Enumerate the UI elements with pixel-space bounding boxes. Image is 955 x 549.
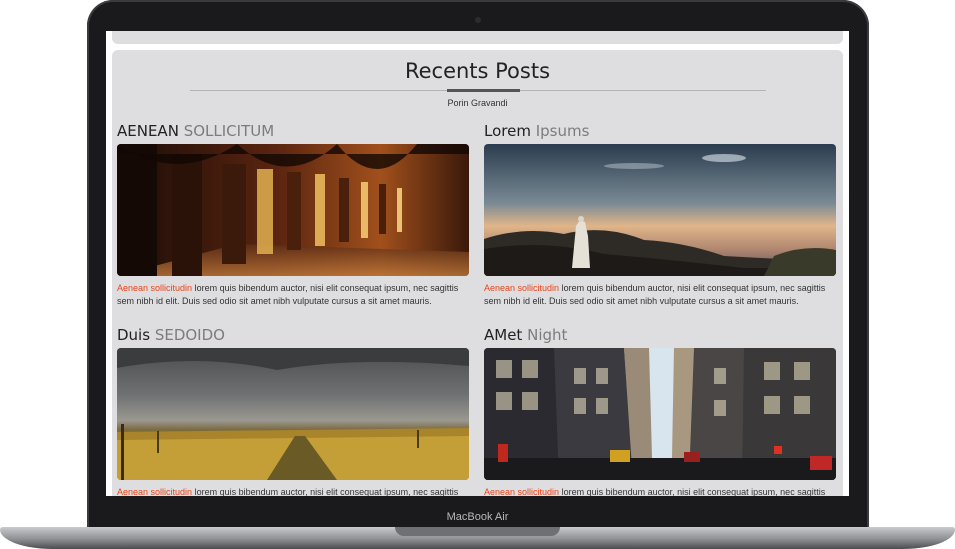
post-excerpt: Aenean sollicitudin lorem quis bibendum …: [117, 486, 469, 496]
post-body: lorem quis bibendum auctor, nisi elit co…: [192, 487, 459, 496]
post-excerpt: Aenean sollicitudin lorem quis bibendum …: [484, 486, 836, 496]
post-title-bold: AENEAN: [117, 122, 179, 140]
post-title[interactable]: Duis SEDOIDO: [117, 326, 225, 344]
post-link[interactable]: Aenean sollicitudin: [484, 487, 559, 496]
city-street-photo[interactable]: [484, 348, 836, 480]
post-excerpt: Aenean sollicitudin lorem quis bibendum …: [484, 282, 836, 308]
post-title-bold: AMet: [484, 326, 523, 344]
device-label: MacBook Air: [446, 511, 509, 523]
monastery-corridor-photo[interactable]: [117, 144, 469, 276]
post-title[interactable]: AMet Night: [484, 326, 567, 344]
top-panel: [112, 31, 843, 44]
post-title-bold: Lorem: [484, 122, 531, 140]
post-title-bold: Duis: [117, 326, 151, 344]
wheat-field-photo[interactable]: [117, 348, 469, 480]
post-excerpt: Aenean sollicitudin lorem quis bibendum …: [117, 282, 469, 308]
laptop-screen: Recents Posts Porin Gravandi AENEAN SOLL…: [106, 31, 849, 496]
post-title-rest: Ipsums: [535, 122, 590, 140]
post-body: lorem quis bibendum auctor, nisi elit co…: [559, 487, 826, 496]
post-link[interactable]: Aenean sollicitudin: [117, 283, 192, 293]
post-title-rest: SOLLICITUM: [183, 122, 275, 140]
post-title[interactable]: Lorem Ipsums: [484, 122, 589, 140]
section-subtitle: Porin Gravandi: [447, 98, 508, 108]
post-link[interactable]: Aenean sollicitudin: [484, 283, 559, 293]
section-title: Recents Posts: [404, 59, 551, 83]
camera-icon: [475, 17, 481, 23]
mountain-statue-photo[interactable]: [484, 144, 836, 276]
post-title-rest: SEDOIDO: [154, 326, 225, 344]
post-title-rest: Night: [527, 326, 568, 344]
post-link[interactable]: Aenean sollicitudin: [117, 487, 192, 496]
post-title[interactable]: AENEAN SOLLICITUM: [117, 122, 274, 140]
title-divider-accent: [447, 89, 520, 92]
recent-posts-section: Recents Posts Porin Gravandi AENEAN SOLL…: [112, 50, 843, 496]
laptop-notch: [395, 527, 560, 536]
